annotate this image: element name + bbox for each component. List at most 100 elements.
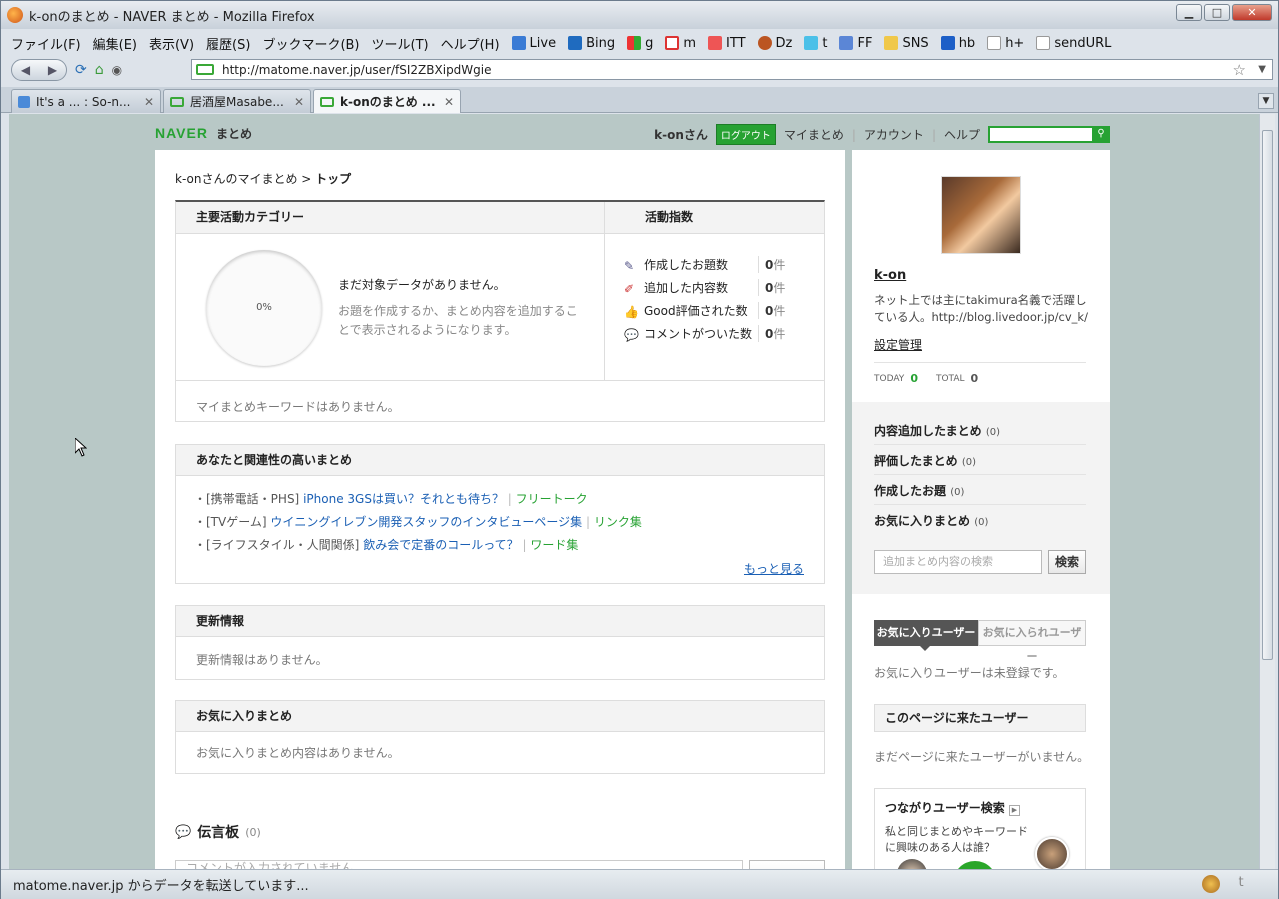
search-icon[interactable]: ⚲ — [1092, 126, 1110, 143]
site-favicon — [196, 64, 214, 75]
favorites-empty: お気に入りまとめ内容はありません。 — [196, 746, 400, 760]
tab-close-icon[interactable]: ✕ — [144, 95, 154, 109]
menu-file[interactable]: ファイル(F) — [11, 34, 81, 53]
reload-icon[interactable]: ⟳ — [75, 62, 87, 78]
vertical-scrollbar[interactable] — [1259, 114, 1275, 869]
visitors-header: このページに来たユーザー — [874, 704, 1086, 732]
user-tabs: お気に入りユーザー お気に入られユーザー — [874, 620, 1086, 663]
bookmark-m[interactable]: m — [665, 36, 696, 51]
matome-search-button[interactable]: 検索 — [1048, 550, 1086, 574]
avatar[interactable] — [941, 176, 1021, 254]
menu-bookmarks[interactable]: ブックマーク(B) — [262, 34, 359, 53]
home-icon[interactable]: ⌂ — [95, 62, 104, 78]
menu-help[interactable]: ヘルプ(H) — [441, 34, 500, 53]
related-link[interactable]: 飲み会で定番のコールって？ — [363, 538, 518, 552]
window-title: k-onのまとめ - NAVER まとめ - Mozilla Firefox — [29, 9, 315, 25]
settings-link[interactable]: 設定管理 — [874, 336, 922, 353]
related-tag[interactable]: ワード集 — [530, 538, 578, 552]
related-tag[interactable]: リンク集 — [594, 515, 642, 529]
menu-tools[interactable]: ツール(T) — [372, 34, 429, 53]
status-text: matome.naver.jp からデータを転送しています... — [13, 879, 309, 894]
sidebar-item-favorites[interactable]: お気に入りまとめ (0) — [874, 512, 988, 529]
page-icon — [1036, 36, 1051, 50]
fav-users-empty: お気に入りユーザーは未登録です。 — [874, 666, 1065, 680]
related-item: ・[TVゲーム] ウイニングイレブン開発スタッフのインタビューページ集 | リン… — [194, 515, 642, 529]
tab-favicon — [320, 96, 334, 107]
arrow-right-icon: ▶ — [1008, 805, 1020, 816]
category-pie-chart: 0% — [206, 250, 322, 366]
related-link[interactable]: ウイニングイレブン開発スタッフのインタビューページ集 — [270, 515, 582, 529]
bookmark-sendurl[interactable]: sendURL — [1036, 36, 1111, 51]
twitter-icon[interactable]: t — [1232, 875, 1250, 893]
close-button[interactable]: ✕ — [1232, 4, 1272, 21]
matome-search-input[interactable]: 追加まとめ内容の検索 — [874, 550, 1042, 574]
friendfeed-icon — [839, 36, 854, 50]
related-link[interactable]: iPhone 3GSは買い？それとも待ち？ — [303, 492, 504, 506]
menu-history[interactable]: 履歴(S) — [206, 34, 250, 53]
url-text[interactable]: http://matome.naver.jp/user/fSI2ZBXipdWg… — [222, 63, 492, 77]
page-viewport: NAVER まとめ k-onさん ログアウト マイまとめ | アカウント | ヘ… — [9, 114, 1259, 869]
bookmark-sns[interactable]: SNS — [884, 36, 929, 51]
sidebar-item-rated[interactable]: 評価したまとめ (0) — [874, 452, 976, 469]
tab-list-dropdown[interactable]: ▼ — [1258, 93, 1274, 109]
tab-izakaya[interactable]: 居酒屋Masabe... ✕ — [163, 89, 311, 113]
link-mymatome[interactable]: マイまとめ — [784, 126, 844, 143]
tab-sonet[interactable]: It's a ... : So-n... ✕ — [11, 89, 161, 113]
comment-submit-button[interactable] — [749, 860, 825, 869]
tab-close-icon[interactable]: ✕ — [294, 95, 304, 109]
comment-input[interactable]: コメントが入力されていません — [175, 860, 743, 869]
screenshot-icon[interactable]: ◉ — [112, 63, 122, 77]
scrollbar-thumb[interactable] — [1262, 130, 1273, 660]
bookmark-star-icon[interactable]: ☆ — [1233, 61, 1246, 79]
url-bar[interactable]: http://matome.naver.jp/user/fSI2ZBXipdWg… — [191, 59, 1273, 80]
bookmark-hplus[interactable]: h+ — [987, 36, 1024, 51]
sidebar-item-created[interactable]: 作成したお題 (0) — [874, 482, 964, 499]
tab-fav-users[interactable]: お気に入りユーザー — [874, 620, 978, 651]
bookmark-g[interactable]: g — [627, 36, 653, 51]
activity-box-header: 主要活動カテゴリー 活動指数 — [176, 202, 824, 234]
tab-faved-users[interactable]: お気に入られユーザー — [978, 620, 1086, 663]
addon-icon[interactable] — [1202, 875, 1220, 893]
user-thumbnail[interactable] — [897, 859, 927, 869]
bookmark-ff[interactable]: FF — [839, 36, 872, 51]
maximize-button[interactable]: □ — [1204, 4, 1230, 21]
bookmark-bing[interactable]: Bing — [568, 36, 615, 51]
user-thumbnail[interactable] — [953, 861, 997, 869]
tab-kon[interactable]: k-onのまとめ ... ✕ — [313, 89, 461, 113]
bookmark-itt[interactable]: ITT — [708, 36, 746, 51]
pen-icon: ✐ — [624, 281, 635, 296]
stat-added: ✐ 追加した内容数 0件 — [624, 279, 785, 296]
google-icon — [627, 36, 642, 50]
bookmark-dz[interactable]: Dz — [757, 36, 792, 51]
bookmark-live[interactable]: Live — [511, 36, 556, 51]
back-icon[interactable]: ◀ — [21, 63, 30, 77]
menu-view[interactable]: 表示(V) — [149, 34, 194, 53]
sidebar-item-added[interactable]: 内容追加したまとめ (0) — [874, 422, 1000, 439]
naver-logo[interactable]: NAVER — [155, 125, 208, 141]
bookmark-t[interactable]: t — [804, 36, 827, 51]
logout-button[interactable]: ログアウト — [715, 124, 776, 145]
tab-favicon — [18, 95, 30, 108]
activity-box: 主要活動カテゴリー 活動指数 0% まだ対象データがありません。 お題を作成する… — [175, 200, 825, 422]
twitter-icon — [804, 36, 819, 50]
url-dropdown-icon[interactable]: ▼ — [1258, 64, 1266, 75]
user-thumbnail[interactable] — [1035, 837, 1069, 869]
site-search-input[interactable]: ⚲ — [988, 126, 1110, 143]
more-link[interactable]: もっと見る — [744, 560, 804, 577]
profile-name[interactable]: k-on — [874, 268, 906, 283]
forward-icon[interactable]: ▶ — [48, 63, 57, 77]
connection-search-title[interactable]: つながりユーザー検索 ▶ — [885, 799, 1075, 816]
main-content: k-onさんのマイまとめ > トップ 主要活動カテゴリー 活動指数 0% まだ対… — [155, 150, 845, 869]
related-tag[interactable]: フリートーク — [516, 492, 588, 506]
back-forward-buttons[interactable]: ◀ ▶ — [11, 59, 67, 81]
link-help[interactable]: ヘルプ — [944, 126, 980, 143]
matome-logo[interactable]: まとめ — [216, 125, 252, 142]
windows-icon — [511, 36, 526, 50]
bookmark-hb[interactable]: hb — [940, 36, 975, 51]
keywords-empty: マイまとめキーワードはありません。 — [196, 400, 400, 414]
menu-edit[interactable]: 編集(E) — [93, 34, 137, 53]
link-account[interactable]: アカウント — [864, 126, 924, 143]
minimize-button[interactable]: ▁ — [1176, 4, 1202, 21]
title-bar: k-onのまとめ - NAVER まとめ - Mozilla Firefox ▁… — [1, 1, 1278, 29]
tab-close-icon[interactable]: ✕ — [444, 95, 454, 109]
